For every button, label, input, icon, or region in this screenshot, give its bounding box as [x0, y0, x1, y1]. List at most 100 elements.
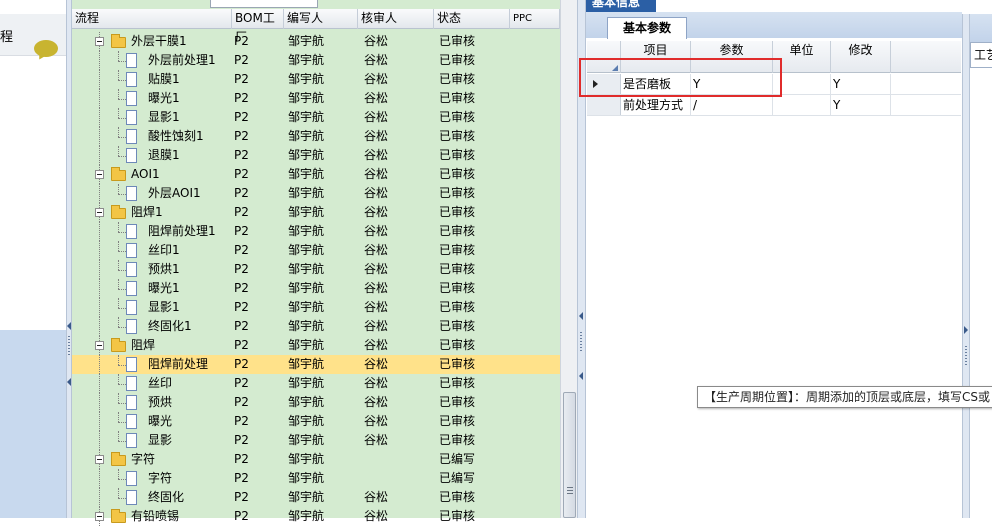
folder-icon [111, 167, 126, 181]
col-header-ppc[interactable]: PPC [510, 9, 560, 29]
tree-row[interactable]: 字符 P2 邹宇航 已编写 [72, 450, 560, 469]
tree-cell-author: 邹宇航 [288, 224, 325, 238]
tree-row[interactable]: 丝印 P2 邹宇航 谷松 已审核 [72, 374, 560, 393]
grid-col-spacer [891, 41, 961, 73]
folder-icon [111, 205, 126, 219]
tree-cell-author: 邹宇航 [288, 414, 325, 428]
tree-row[interactable]: 阻焊前处理1 P2 邹宇航 谷松 已审核 [72, 222, 560, 241]
tree-row[interactable]: 贴膜1 P2 邹宇航 谷松 已审核 [72, 70, 560, 89]
tree-cell-author: 邹宇航 [288, 129, 325, 143]
tree-cell-process: 预烘 [148, 395, 173, 409]
param-cell-modify[interactable]: Y [831, 74, 891, 94]
col-header-reviewer[interactable]: 核审人 [358, 9, 434, 29]
tree-row[interactable]: 阻焊前处理 P2 邹宇航 谷松 已审核 [72, 355, 560, 374]
col-header-process[interactable]: 流程 [72, 9, 232, 29]
tree-row[interactable]: 预烘1 P2 邹宇航 谷松 已审核 [72, 260, 560, 279]
tree-cell-reviewer: 谷松 [364, 490, 389, 504]
document-icon [126, 262, 137, 277]
tree-row[interactable]: 终固化1 P2 邹宇航 谷松 已审核 [72, 317, 560, 336]
tree-cell-process: 外层干膜1 [131, 34, 187, 48]
param-cell-item[interactable]: 前处理方式 [621, 95, 691, 115]
tree-row[interactable]: 外层前处理1 P2 邹宇航 谷松 已审核 [72, 51, 560, 70]
tree-cell-process: 显影 [148, 433, 173, 447]
tree-cell-process: 曝光 [148, 414, 173, 428]
collapse-right-icon-2[interactable] [579, 372, 583, 380]
tree-cell-reviewer: 谷松 [364, 509, 389, 523]
collapse-toggle-icon[interactable] [95, 208, 104, 217]
top-button-fragment[interactable] [210, 0, 318, 8]
tree-row[interactable]: 阻焊 P2 邹宇航 谷松 已审核 [72, 336, 560, 355]
collapse-left-icon-2[interactable] [67, 378, 71, 386]
tree-row[interactable]: 有铅喷锡 P2 邹宇航 谷松 已审核 [72, 507, 560, 526]
tree-cell-process: 终固化 [148, 490, 185, 504]
row-selector[interactable] [587, 95, 621, 115]
tree-row[interactable]: 曝光1 P2 邹宇航 谷松 已审核 [72, 279, 560, 298]
collapse-toggle-icon[interactable] [95, 170, 104, 179]
grid-col-modify[interactable]: 修改 [831, 41, 891, 73]
document-icon [126, 357, 137, 372]
tree-cell-status: 已审核 [439, 509, 476, 523]
tree-cell-bom: P2 [234, 471, 249, 485]
collapse-toggle-icon[interactable] [95, 455, 104, 464]
document-icon [126, 300, 137, 315]
collapse-toggle-icon[interactable] [95, 512, 104, 521]
tree-cell-status: 已审核 [439, 262, 476, 276]
tree-row[interactable]: 退膜1 P2 邹宇航 谷松 已审核 [72, 146, 560, 165]
param-cell-unit[interactable] [773, 95, 831, 115]
tree-row[interactable]: 丝印1 P2 邹宇航 谷松 已审核 [72, 241, 560, 260]
tree-cell-process: 外层前处理1 [148, 53, 216, 67]
scrollbar-thumb[interactable] [563, 392, 576, 518]
folder-icon [111, 34, 126, 48]
chat-bubble-icon [34, 40, 58, 57]
param-cell-modify[interactable]: Y [831, 95, 891, 115]
tree-vertical-scrollbar[interactable] [560, 0, 577, 518]
collapse-toggle-icon[interactable] [95, 37, 104, 46]
tree-row[interactable]: 外层干膜1 P2 邹宇航 谷松 已审核 [72, 32, 560, 51]
expand-right-icon[interactable] [964, 326, 968, 334]
document-icon [126, 224, 137, 239]
tree-row[interactable]: 终固化 P2 邹宇航 谷松 已审核 [72, 488, 560, 507]
tree-row[interactable]: 阻焊1 P2 邹宇航 谷松 已审核 [72, 203, 560, 222]
tree-row[interactable]: 字符 P2 邹宇航 已编写 [72, 469, 560, 488]
tree-cell-process: 曝光1 [148, 91, 180, 105]
tree-row[interactable]: 曝光1 P2 邹宇航 谷松 已审核 [72, 89, 560, 108]
tab-process[interactable]: 工艺 [970, 42, 992, 68]
tree-cell-status: 已审核 [439, 224, 476, 238]
tree-row[interactable]: AOI1 P2 邹宇航 谷松 已审核 [72, 165, 560, 184]
tree-cell-reviewer: 谷松 [364, 167, 389, 181]
tree-row[interactable]: 显影 P2 邹宇航 谷松 已审核 [72, 431, 560, 450]
tree-cell-status: 已审核 [439, 414, 476, 428]
collapse-toggle-icon[interactable] [95, 341, 104, 350]
tree-cell-reviewer: 谷松 [364, 338, 389, 352]
document-icon [126, 376, 137, 391]
tree-row[interactable]: 显影1 P2 邹宇航 谷松 已审核 [72, 298, 560, 317]
tree-cell-process: 预烘1 [148, 262, 180, 276]
tree-row[interactable]: 外层AOI1 P2 邹宇航 谷松 已审核 [72, 184, 560, 203]
tree-cell-author: 邹宇航 [288, 205, 325, 219]
left-nav-item[interactable]: 程 [0, 14, 66, 57]
col-header-bom[interactable]: BOM工厂 [232, 9, 284, 44]
tab-basic-params[interactable]: 基本参数 [607, 17, 687, 39]
tree-cell-reviewer: 谷松 [364, 148, 389, 162]
col-header-status[interactable]: 状态 [434, 9, 510, 29]
tree-cell-bom: P2 [234, 224, 249, 238]
collapse-right-icon[interactable] [579, 312, 583, 320]
right-splitter[interactable] [962, 14, 970, 518]
tree-cell-reviewer: 谷松 [364, 262, 389, 276]
col-header-author[interactable]: 编写人 [284, 9, 358, 29]
tree-row[interactable]: 预烘 P2 邹宇航 谷松 已审核 [72, 393, 560, 412]
tab-basic-info[interactable]: 基本信息 [586, 0, 656, 12]
tree-row[interactable]: 酸性蚀刻1 P2 邹宇航 谷松 已审核 [72, 127, 560, 146]
collapse-left-icon[interactable] [67, 322, 71, 330]
param-cell-value[interactable]: / [691, 95, 773, 115]
params-row[interactable]: 前处理方式 / Y [587, 95, 961, 116]
tooltip: 【生产周期位置】：周期添加的顶层或底层，填写CS或 [697, 386, 992, 408]
document-icon [126, 433, 137, 448]
process-tree-grid[interactable]: 流程 BOM工厂 编写人 核审人 状态 PPC 外层干膜1 P2 邹宇航 谷松 已审核外… [72, 0, 560, 526]
tree-row[interactable]: 曝光 P2 邹宇航 谷松 已审核 [72, 412, 560, 431]
tree-row[interactable]: 显影1 P2 邹宇航 谷松 已审核 [72, 108, 560, 127]
tree-cell-reviewer: 谷松 [364, 395, 389, 409]
tree-cell-reviewer: 谷松 [364, 186, 389, 200]
tree-cell-status: 已审核 [439, 433, 476, 447]
tree-cell-process: 退膜1 [148, 148, 180, 162]
